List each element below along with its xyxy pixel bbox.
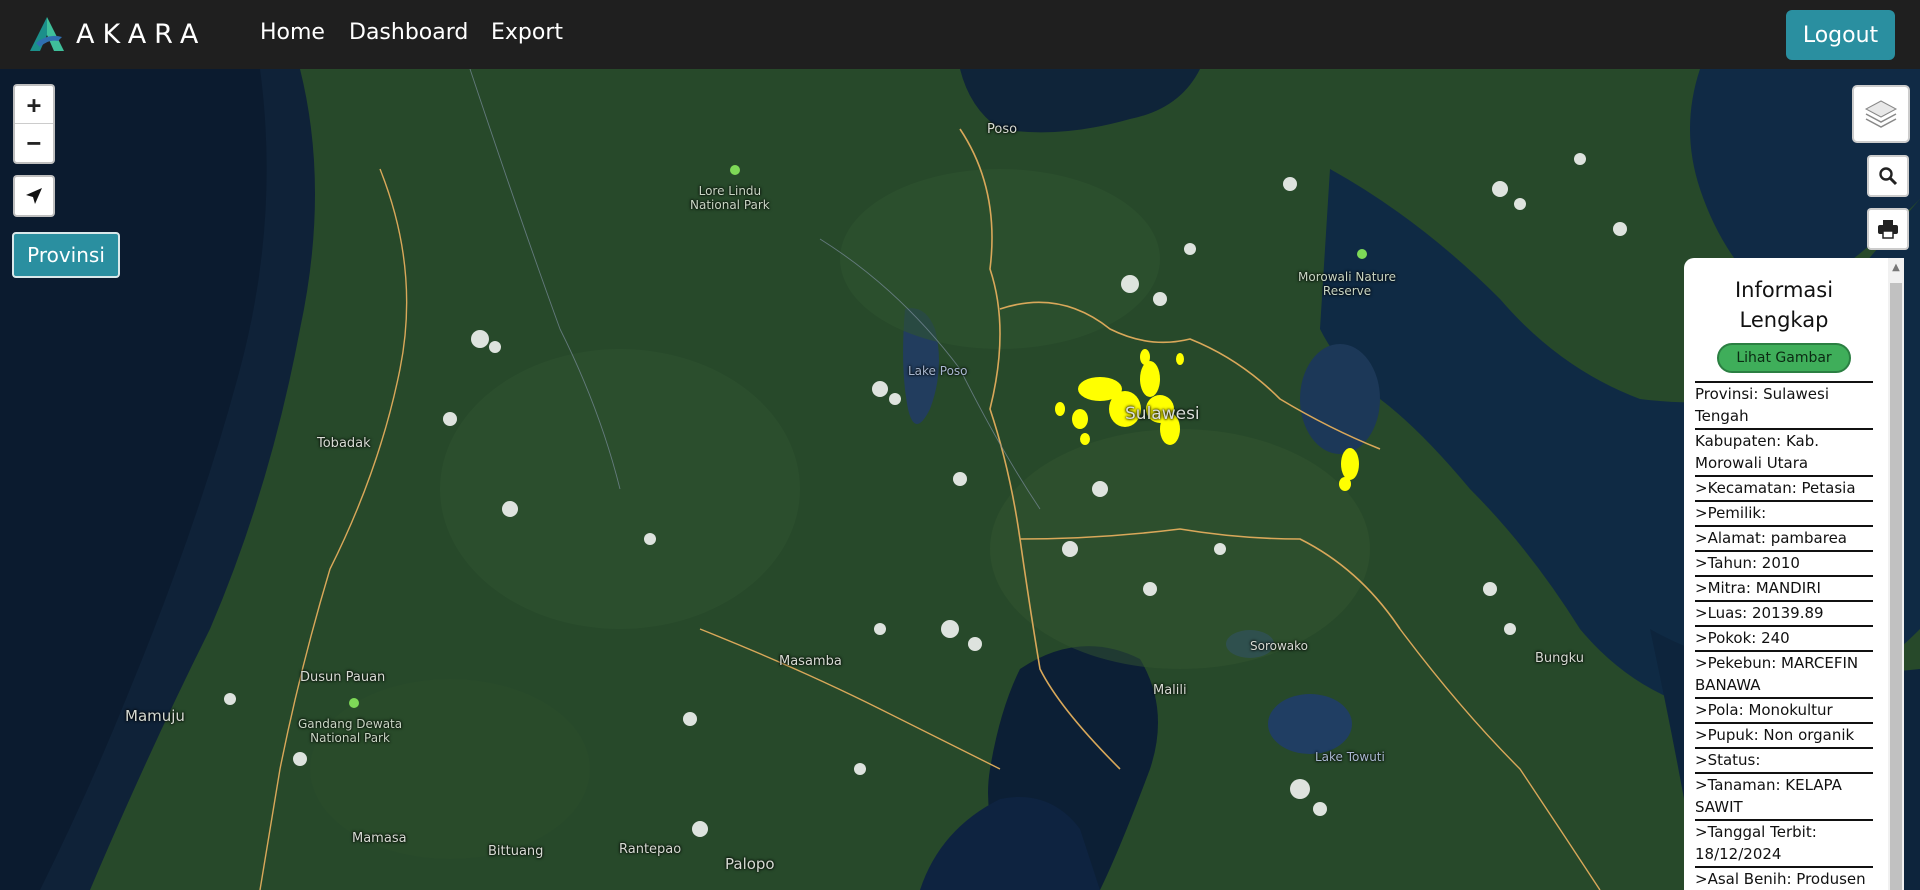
info-row: >Status: xyxy=(1695,747,1873,772)
printer-icon xyxy=(1878,220,1898,239)
map-label-gandang-dewata: Gandang Dewata National Park xyxy=(298,717,403,745)
map-label-mamuju: Mamuju xyxy=(125,707,185,725)
locate-button[interactable] xyxy=(13,175,55,217)
map-label-masamba: Masamba xyxy=(779,654,842,669)
map-label-dusun-pauan: Dusun Pauan xyxy=(300,670,386,685)
info-row: >Tanaman: KELAPA SAWIT xyxy=(1695,772,1873,819)
zoom-in-button[interactable]: + xyxy=(15,86,53,123)
map-basemap xyxy=(0,69,1920,890)
info-row: Kabupaten: Kab. Morowali Utara xyxy=(1695,428,1873,475)
provinsi-button[interactable]: Provinsi xyxy=(12,232,120,278)
info-row: >Pola: Monokultur xyxy=(1695,697,1873,722)
search-icon xyxy=(1879,167,1898,186)
map-label-poso: Poso xyxy=(987,122,1018,137)
info-row: >Pemilik: xyxy=(1695,500,1873,525)
map-label-rantepao: Rantepao xyxy=(619,842,682,857)
info-row: >Mitra: MANDIRI xyxy=(1695,575,1873,600)
info-row: >Pekebun: MARCEFIN BANAWA xyxy=(1695,650,1873,697)
zoom-control: + − xyxy=(13,84,55,164)
brand-logo[interactable]: AKARA xyxy=(28,14,206,54)
info-row: >Luas: 20139.89 xyxy=(1695,600,1873,625)
top-navbar: AKARA Home Dashboard Export Logout xyxy=(0,0,1920,69)
scroll-up-arrow-icon[interactable]: ▲ xyxy=(1888,262,1904,276)
map-label-tobadak: Tobadak xyxy=(317,436,371,451)
map-label-bittuang: Bittuang xyxy=(488,844,544,859)
map-label-malili: Malili xyxy=(1153,683,1187,698)
map-label-sorowako: Sorowako xyxy=(1250,639,1309,653)
park-marker-icon xyxy=(349,698,359,708)
info-row: >Asal Benih: Produsen xyxy=(1695,866,1873,890)
map-search-button[interactable] xyxy=(1867,155,1909,197)
info-row: >Kecamatan: Petasia xyxy=(1695,475,1873,500)
akara-logo-icon xyxy=(30,17,64,51)
info-row: Provinsi: Sulawesi Tengah xyxy=(1695,381,1873,428)
nav-export-link[interactable]: Export xyxy=(491,20,563,45)
info-row: >Pokok: 240 xyxy=(1695,625,1873,650)
zoom-out-button[interactable]: − xyxy=(15,123,53,161)
info-row: >Tahun: 2010 xyxy=(1695,550,1873,575)
map-label-mamasa: Mamasa xyxy=(352,831,407,846)
scrollbar-thumb[interactable] xyxy=(1890,283,1902,890)
info-row: >Tanggal Terbit: 18/12/2024 xyxy=(1695,819,1873,866)
info-rows: Provinsi: Sulawesi Tengah Kabupaten: Kab.… xyxy=(1695,381,1874,890)
lihat-gambar-button[interactable]: Lihat Gambar xyxy=(1717,343,1851,373)
park-marker-icon xyxy=(1357,249,1367,259)
map-label-bungku: Bungku xyxy=(1535,651,1585,666)
nav-home-link[interactable]: Home xyxy=(260,20,325,45)
info-row: >Pupuk: Non organik xyxy=(1695,722,1873,747)
layers-button[interactable] xyxy=(1852,85,1910,143)
map-label-lore-lindu: Lore Lindu National Park xyxy=(690,184,770,212)
layers-icon xyxy=(1864,100,1898,128)
info-panel-content: Informasi Lengkap Lihat Gambar Provinsi:… xyxy=(1684,258,1874,890)
info-panel-title: Informasi Lengkap xyxy=(1734,278,1834,332)
nav-dashboard-link[interactable]: Dashboard xyxy=(349,20,468,45)
satellite-map[interactable]: Poso Lore Lindu National Park Morowali N… xyxy=(0,69,1920,890)
print-button[interactable] xyxy=(1867,208,1909,250)
brand-name: AKARA xyxy=(76,18,207,50)
map-label-morowali: Morowali Nature Reserve xyxy=(1298,270,1397,298)
info-panel: Informasi Lengkap Lihat Gambar Provinsi:… xyxy=(1684,258,1890,890)
map-label-lake-towuti: Lake Towuti xyxy=(1315,750,1385,764)
map-label-sulawesi: Sulawesi xyxy=(1125,404,1200,424)
map-label-palopo: Palopo xyxy=(725,855,775,873)
park-marker-icon xyxy=(730,165,740,175)
location-arrow-icon xyxy=(26,188,42,204)
info-row: >Alamat: pambarea xyxy=(1695,525,1873,550)
map-label-lake-poso: Lake Poso xyxy=(908,364,968,378)
logout-button[interactable]: Logout xyxy=(1786,10,1895,60)
